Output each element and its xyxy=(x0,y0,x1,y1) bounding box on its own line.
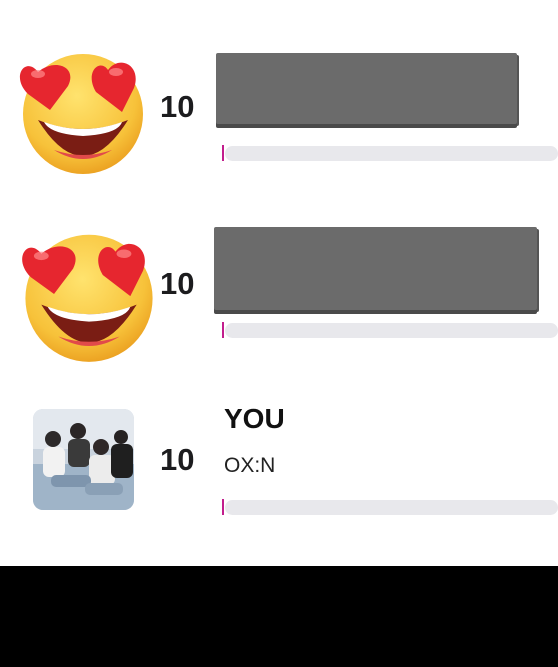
heart-eyes-emoji-icon xyxy=(19,54,143,174)
progress-track xyxy=(225,323,558,338)
bottom-black-bar xyxy=(0,566,558,667)
progress-marker xyxy=(222,322,224,338)
album-cover xyxy=(33,409,134,510)
progress-marker xyxy=(222,145,224,161)
progress-marker xyxy=(222,499,224,515)
rank-number: 10 xyxy=(160,266,195,301)
heart-eyes-emoji-icon xyxy=(22,234,153,362)
progress-track xyxy=(225,500,558,515)
redacted-title-block xyxy=(214,227,537,310)
progress-track xyxy=(225,146,558,161)
redacted-title-block xyxy=(216,53,517,124)
rank-number: 10 xyxy=(160,442,195,477)
song-title: YOU xyxy=(224,403,285,434)
rank-number: 10 xyxy=(160,89,195,124)
artist-name: OX:N xyxy=(224,454,276,477)
